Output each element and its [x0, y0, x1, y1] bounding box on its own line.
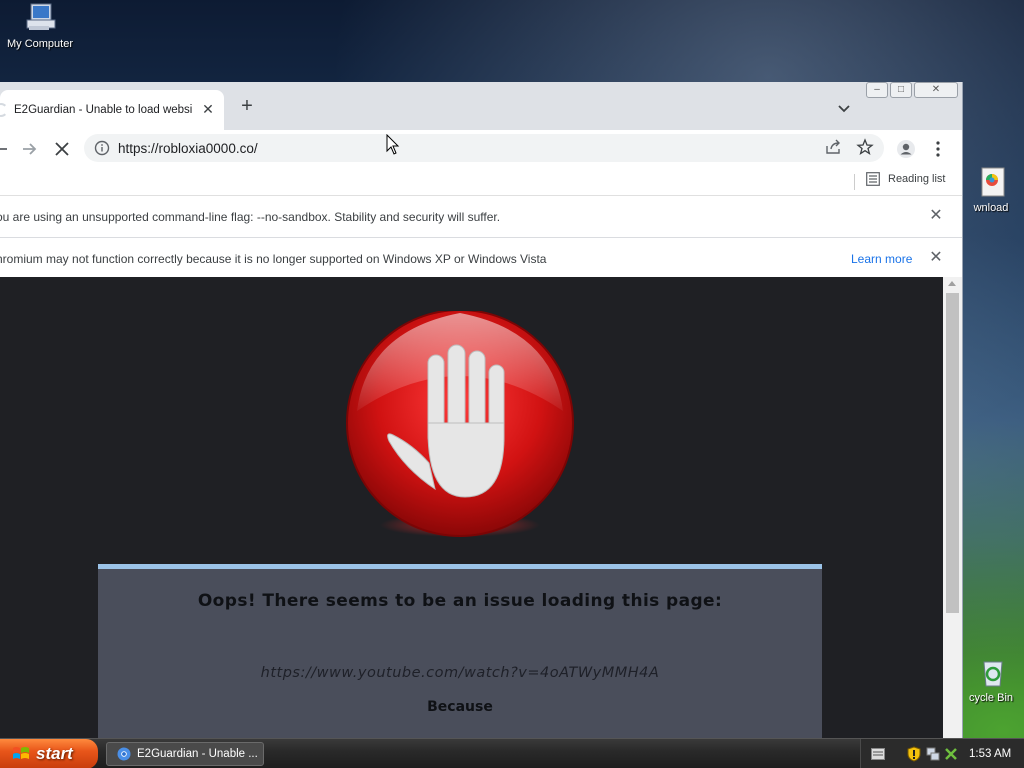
taskbar-item-browser[interactable]: E2Guardian - Unable ...: [106, 742, 264, 766]
star-icon: [856, 138, 874, 155]
network-icon[interactable]: [925, 746, 941, 762]
window-controls: – □ ✕: [866, 82, 958, 100]
loading-spinner-icon: [0, 103, 8, 117]
my-computer-icon: [23, 2, 57, 34]
desktop-icon-label: cycle Bin: [968, 692, 1014, 704]
learn-more-link[interactable]: Learn more: [851, 252, 912, 266]
maximize-button[interactable]: □: [890, 82, 912, 98]
close-button[interactable]: ✕: [914, 82, 958, 98]
bookmark-star-button[interactable]: [856, 138, 876, 158]
browser-menu-button[interactable]: [928, 139, 948, 159]
info-icon[interactable]: [94, 140, 110, 156]
taskbar: start E2Guardian - Unable ... 1:53 AM: [0, 738, 1024, 768]
reading-list-icon: [866, 172, 880, 186]
blocked-url: https://www.youtube.com/watch?v=4oATWyMM…: [260, 665, 660, 681]
back-button[interactable]: [0, 139, 12, 159]
update-icon[interactable]: [943, 746, 959, 762]
infobar-close-icon[interactable]: ✕: [928, 208, 944, 224]
url-text: https://robloxia0000.co/: [118, 140, 258, 156]
download-icon: [974, 166, 1008, 198]
browser-window: E2Guardian - Unable to load website ✕ + …: [0, 82, 963, 738]
clock[interactable]: 1:53 AM: [969, 748, 1011, 760]
page-content: Oops! There seems to be an issue loading…: [0, 277, 943, 738]
stop-hand-icon: [343, 309, 577, 541]
tab-close-icon[interactable]: ✕: [200, 101, 216, 117]
windows-flag-icon: [13, 747, 29, 759]
desktop-icon-my-computer[interactable]: My Computer: [0, 2, 80, 50]
start-button[interactable]: start: [0, 739, 98, 768]
share-button[interactable]: [824, 138, 844, 158]
tab-strip: E2Guardian - Unable to load website ✕ + …: [0, 82, 962, 130]
profile-button[interactable]: [896, 139, 916, 159]
taskbar-item-label: E2Guardian - Unable ...: [137, 748, 258, 760]
forward-arrow-icon: [23, 143, 37, 155]
chevron-down-icon: [838, 105, 850, 113]
reason-heading: Because: [427, 699, 493, 715]
desktop-icon-label: My Computer: [6, 38, 74, 50]
recycle-bin-icon: [974, 656, 1008, 688]
keyboard-icon[interactable]: [871, 748, 885, 760]
new-tab-button[interactable]: +: [236, 96, 258, 118]
scroll-up-arrow-icon[interactable]: [948, 281, 956, 286]
desktop-icon-label: wnload: [973, 202, 1009, 214]
system-tray: 1:53 AM: [860, 739, 1024, 768]
mouse-cursor-icon: [386, 134, 400, 155]
desktop-icon-download[interactable]: wnload: [958, 166, 1024, 214]
share-icon: [826, 139, 840, 154]
address-bar[interactable]: https://robloxia0000.co/: [84, 134, 884, 162]
infobar-message: hromium may not function correctly becau…: [0, 251, 547, 266]
bookmarks-bar: Reading list: [0, 168, 962, 196]
error-title: Oops! There seems to be an issue loading…: [197, 591, 723, 611]
infobar-sandbox-warning: ou are using an unsupported command-line…: [0, 196, 962, 238]
reading-list-label: Reading list: [888, 173, 946, 185]
tab-search-button[interactable]: [834, 98, 854, 118]
scrollbar-thumb[interactable]: [946, 293, 959, 613]
toolbar: https://robloxia0000.co/: [0, 130, 962, 168]
security-shield-icon[interactable]: [907, 746, 921, 762]
tab-active[interactable]: E2Guardian - Unable to load website ✕: [0, 90, 224, 130]
infobar-close-icon[interactable]: ✕: [928, 250, 944, 266]
menu-icon: [936, 141, 940, 157]
start-label: start: [36, 744, 73, 763]
profile-icon: [897, 140, 915, 158]
stop-loading-button[interactable]: [52, 139, 72, 159]
tab-title: E2Guardian - Unable to load website: [14, 104, 192, 116]
stop-x-icon: [55, 142, 69, 156]
back-arrow-icon: [0, 148, 7, 150]
chromium-icon: [117, 747, 131, 761]
forward-button[interactable]: [20, 139, 40, 159]
error-panel: Oops! There seems to be an issue loading…: [98, 564, 822, 738]
desktop-icon-recycle-bin[interactable]: cycle Bin: [958, 656, 1024, 704]
vertical-scrollbar[interactable]: [943, 277, 962, 738]
reading-list-button[interactable]: Reading list: [854, 172, 946, 190]
minimize-button[interactable]: –: [866, 82, 888, 98]
divider: [854, 174, 855, 190]
infobar-message: ou are using an unsupported command-line…: [0, 209, 501, 224]
infobar-os-warning: hromium may not function correctly becau…: [0, 238, 962, 280]
